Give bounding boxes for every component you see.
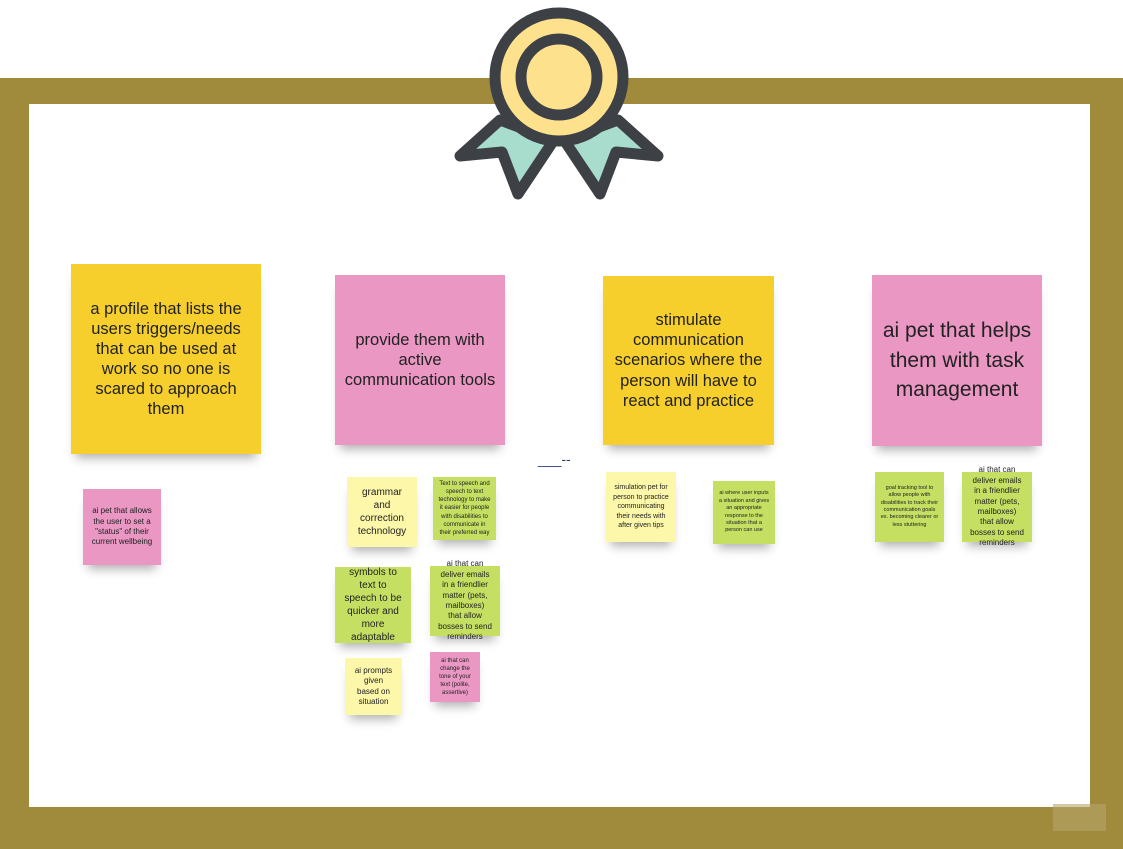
- sticky-note-header[interactable]: stimulate communication scenarios where …: [603, 276, 774, 445]
- sticky-note[interactable]: ai that can deliver emails in a friendli…: [962, 465, 1032, 547]
- sticky-note[interactable]: symbols to text to speech to be quicker …: [335, 567, 411, 643]
- sticky-note[interactable]: simulation pet for person to practice co…: [606, 472, 676, 542]
- award-ribbon-icon: [454, 7, 664, 200]
- sticky-note-header[interactable]: a profile that lists the users triggers/…: [71, 264, 261, 454]
- note-text: ai prompts given based on situation: [354, 665, 393, 706]
- note-text: simulation pet for person to practice co…: [613, 484, 669, 530]
- sticky-note[interactable]: ai prompts given based on situation: [345, 658, 402, 715]
- note-text: stimulate communication scenarios where …: [614, 311, 763, 410]
- note-text: grammar and correction technology: [357, 487, 407, 537]
- sticky-note-header[interactable]: provide them with active communication t…: [335, 275, 505, 445]
- connector-marker: ___--: [538, 451, 571, 467]
- sticky-note[interactable]: ai that can deliver emails in a friendli…: [430, 559, 500, 641]
- sticky-note[interactable]: ai where user inputs a situation and giv…: [713, 481, 775, 544]
- sticky-note[interactable]: Text to speech and speech to text techno…: [433, 477, 496, 540]
- note-text: ai where user inputs a situation and giv…: [718, 490, 770, 534]
- note-text: ai pet that helps them with task managem…: [882, 319, 1032, 402]
- sticky-note[interactable]: ai pet that allows the user to set a "st…: [83, 489, 161, 565]
- note-text: Text to speech and speech to text techno…: [438, 481, 491, 536]
- sticky-note[interactable]: grammar and correction technology: [347, 477, 417, 547]
- note-text: ai that can change the tone of your text…: [439, 657, 471, 697]
- note-text: provide them with active communication t…: [344, 330, 496, 390]
- minimap-control[interactable]: [1053, 804, 1106, 831]
- sticky-note[interactable]: goal tracking tool to allow people with …: [875, 472, 944, 542]
- note-text: goal tracking tool to allow people with …: [880, 484, 939, 528]
- sticky-note-header[interactable]: ai pet that helps them with task managem…: [872, 275, 1042, 446]
- note-text: ai pet that allows the user to set a "st…: [91, 506, 153, 547]
- sticky-note[interactable]: ai that can change the tone of your text…: [430, 652, 480, 702]
- note-text: ai that can deliver emails in a friendli…: [970, 465, 1024, 548]
- note-text: symbols to text to speech to be quicker …: [344, 567, 402, 643]
- note-text: ai that can deliver emails in a friendli…: [438, 559, 492, 642]
- note-text: a profile that lists the users triggers/…: [90, 299, 242, 419]
